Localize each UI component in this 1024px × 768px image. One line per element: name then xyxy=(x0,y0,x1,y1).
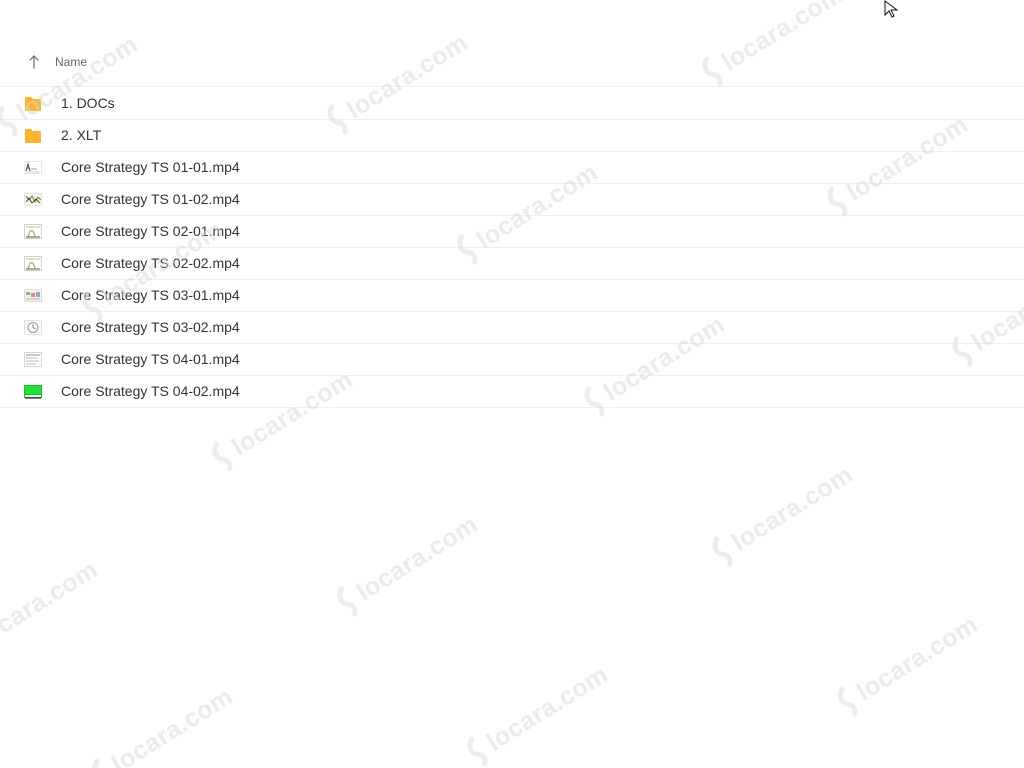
file-row-xlt-folder[interactable]: 2. XLT xyxy=(0,120,1024,152)
folder-icon xyxy=(25,97,41,111)
video-thumbnail-icon xyxy=(24,385,42,399)
watermark: locara.com xyxy=(78,674,241,768)
folder-icon xyxy=(25,129,41,143)
file-name: Core Strategy TS 03-02.mp4 xyxy=(61,319,240,335)
file-row-video[interactable]: Core Strategy TS 02-01.mp4 xyxy=(0,216,1024,248)
file-name: Core Strategy TS 04-01.mp4 xyxy=(61,351,240,367)
watermark: locara.com xyxy=(323,502,486,631)
file-name: Core Strategy TS 03-01.mp4 xyxy=(61,287,240,303)
watermark: locara.com xyxy=(823,602,986,731)
file-name: Core Strategy TS 01-01.mp4 xyxy=(61,159,240,175)
watermark-logo-icon xyxy=(837,686,858,717)
file-name: 2. XLT xyxy=(61,127,102,143)
watermark-logo-icon xyxy=(212,441,233,472)
video-thumbnail-icon xyxy=(24,161,42,174)
video-thumbnail-icon xyxy=(24,224,42,239)
file-name: 1. DOCs xyxy=(61,95,115,111)
file-list-header: Name xyxy=(0,44,1024,87)
file-row-video[interactable]: Core Strategy TS 04-02.mp4 xyxy=(0,376,1024,408)
video-thumbnail-icon xyxy=(24,193,42,206)
file-row-video[interactable]: Core Strategy TS 03-02.mp4 xyxy=(0,312,1024,344)
file-row-docs-folder[interactable]: 1. DOCs xyxy=(0,88,1024,120)
file-name: Core Strategy TS 02-01.mp4 xyxy=(61,223,240,239)
file-list: 1. DOCs 2. XLT Core Strategy TS 01-01.mp… xyxy=(0,88,1024,408)
name-column-header[interactable]: Name xyxy=(55,54,87,70)
file-row-video[interactable]: Core Strategy TS 02-02.mp4 xyxy=(0,248,1024,280)
arrow-up-icon[interactable] xyxy=(27,54,41,70)
video-thumbnail-icon xyxy=(24,256,42,271)
file-name: Core Strategy TS 02-02.mp4 xyxy=(61,255,240,271)
video-thumbnail-icon xyxy=(24,289,42,302)
file-row-video[interactable]: Core Strategy TS 01-02.mp4 xyxy=(0,184,1024,216)
watermark: locara.com xyxy=(453,652,616,768)
watermark: locara.com xyxy=(698,452,861,581)
file-name: Core Strategy TS 01-02.mp4 xyxy=(61,191,240,207)
file-row-video[interactable]: Core Strategy TS 04-01.mp4 xyxy=(0,344,1024,376)
watermark-logo-icon xyxy=(467,736,488,767)
mouse-cursor-icon xyxy=(884,0,899,18)
watermark-logo-icon xyxy=(337,586,358,617)
video-thumbnail-icon xyxy=(24,352,42,367)
watermark-logo-icon xyxy=(92,758,113,768)
file-row-video[interactable]: Core Strategy TS 01-01.mp4 xyxy=(0,152,1024,184)
video-thumbnail-icon xyxy=(24,320,42,335)
watermark-logo-icon xyxy=(712,536,733,567)
file-name: Core Strategy TS 04-02.mp4 xyxy=(61,383,240,399)
file-browser-page: Name 1. DOCs 2. XLT Core Strategy TS 01-… xyxy=(0,0,1024,768)
watermark: locara.com xyxy=(0,555,103,652)
file-row-video[interactable]: Core Strategy TS 03-01.mp4 xyxy=(0,280,1024,312)
